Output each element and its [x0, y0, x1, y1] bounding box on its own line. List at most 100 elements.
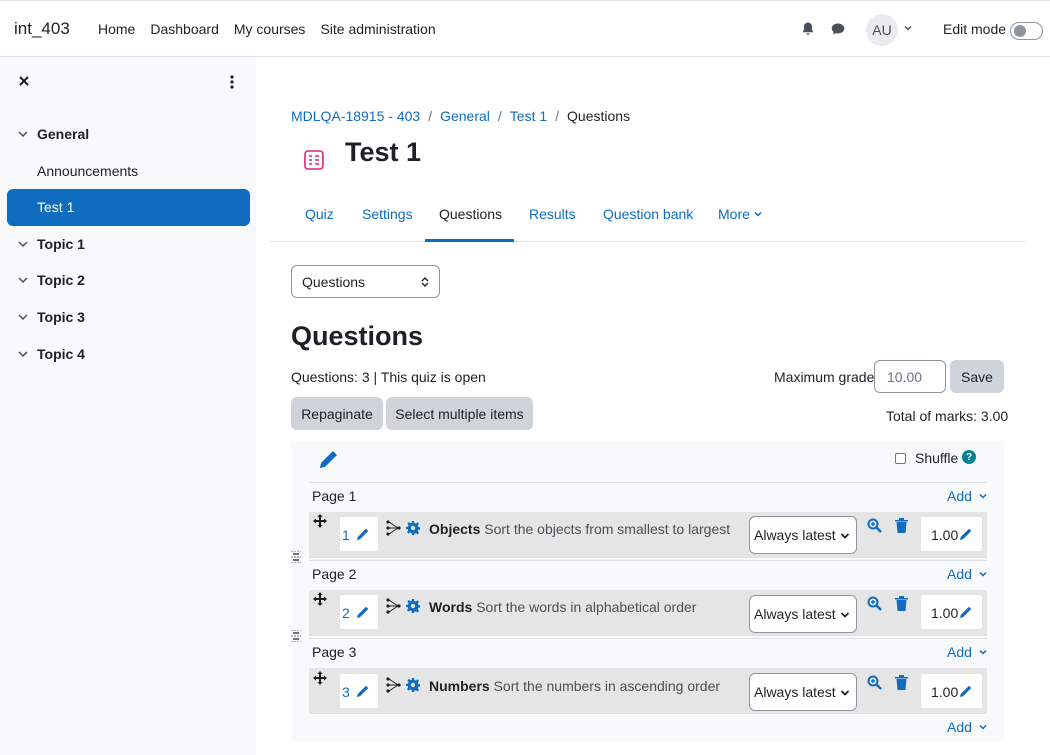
course-section-topic-3[interactable]: Topic 3 — [17, 309, 85, 325]
chevron-down-icon — [979, 493, 987, 499]
ordering-question-type-icon — [386, 520, 401, 536]
breadcrumb-section[interactable]: General — [440, 108, 490, 124]
chevron-down-icon[interactable] — [17, 311, 29, 323]
add-label: Add — [947, 644, 972, 660]
nav-my-courses[interactable]: My courses — [234, 21, 306, 37]
move-drag-icon[interactable] — [313, 592, 327, 606]
course-index-drawer — [0, 57, 256, 755]
breadcrumb-activity[interactable]: Test 1 — [510, 108, 547, 124]
question-mark[interactable]: 1.00 — [931, 605, 958, 621]
edit-mode-label: Edit mode — [943, 21, 1007, 37]
chevron-down-icon[interactable] — [17, 238, 29, 250]
nav-site-administration[interactable]: Site administration — [320, 21, 435, 37]
repaginate-button[interactable]: Repaginate — [291, 397, 383, 430]
question-name[interactable]: Words — [429, 599, 472, 615]
question-text: Numbers Sort the numbers in ascending or… — [429, 678, 720, 694]
preview-zoom-icon[interactable] — [867, 675, 882, 690]
edit-slot-pencil-icon[interactable] — [356, 605, 370, 619]
edit-mark-pencil-icon[interactable] — [959, 684, 973, 698]
page-divider — [309, 560, 987, 561]
save-max-grade-button[interactable]: Save — [950, 360, 1004, 393]
delete-trash-icon[interactable] — [895, 675, 908, 690]
chevron-down-icon — [979, 571, 987, 577]
tertiary-navigation-select[interactable]: Questions — [291, 265, 440, 298]
edit-slot-pencil-icon[interactable] — [356, 684, 370, 698]
gear-icon[interactable] — [406, 678, 420, 692]
delete-trash-icon[interactable] — [895, 596, 908, 611]
breadcrumb-separator: / — [428, 108, 433, 124]
select-multiple-items-button[interactable]: Select multiple items — [386, 397, 533, 430]
site-brand[interactable]: int_403 — [14, 19, 70, 39]
chevron-down-icon — [979, 724, 987, 730]
question-name[interactable]: Objects — [429, 521, 480, 537]
add-label: Add — [947, 488, 972, 504]
section-label: Topic 3 — [37, 309, 85, 325]
messages-chat-icon[interactable] — [830, 21, 846, 37]
question-version-select[interactable]: Always latest — [749, 595, 857, 633]
ordering-question-type-icon — [386, 598, 401, 614]
question-version-select[interactable]: Always latest — [749, 516, 857, 554]
question-mark[interactable]: 1.00 — [931, 527, 958, 543]
shuffle-checkbox[interactable] — [895, 453, 906, 464]
move-drag-icon[interactable] — [313, 671, 327, 685]
page-break-icon[interactable] — [291, 630, 301, 642]
slot-number[interactable]: 2 — [342, 605, 350, 621]
slot-number[interactable]: 3 — [342, 684, 350, 700]
question-description: Sort the objects from smallest to larges… — [484, 521, 731, 537]
breadcrumb-course[interactable]: MDLQA-18915 - 403 — [291, 108, 420, 124]
edit-mark-pencil-icon[interactable] — [959, 605, 973, 619]
nav-dashboard[interactable]: Dashboard — [150, 21, 219, 37]
quiz-activity-icon — [304, 150, 324, 170]
preview-zoom-icon[interactable] — [867, 596, 882, 611]
question-version-select[interactable]: Always latest — [749, 673, 857, 711]
drawer-item-announcements[interactable]: Announcements — [37, 163, 138, 179]
tab-questions[interactable]: Questions — [439, 206, 502, 222]
close-drawer-icon[interactable] — [17, 74, 31, 88]
add-question-menu-page-3[interactable]: Add — [947, 644, 988, 660]
drawer-item-test-1[interactable]: Test 1 — [37, 199, 74, 215]
edit-slot-pencil-icon[interactable] — [356, 527, 370, 541]
chevron-down-icon[interactable] — [17, 348, 29, 360]
section-label: Topic 1 — [37, 236, 85, 252]
move-drag-icon[interactable] — [313, 514, 327, 528]
maximum-grade-label: Maximum grade — [774, 369, 875, 385]
tab-more[interactable]: More — [718, 206, 763, 222]
add-question-menu-page-2[interactable]: Add — [947, 566, 988, 582]
edit-mark-pencil-icon[interactable] — [959, 527, 973, 541]
question-mark[interactable]: 1.00 — [931, 684, 958, 700]
shuffle-label: Shuffle — [915, 450, 959, 466]
tab-question-bank[interactable]: Question bank — [603, 206, 693, 222]
question-name[interactable]: Numbers — [429, 678, 490, 694]
drawer-options-kebab-icon[interactable] — [229, 74, 235, 90]
tab-more-label: More — [718, 206, 750, 222]
preview-zoom-icon[interactable] — [867, 518, 882, 533]
breadcrumb-separator: / — [555, 108, 560, 124]
course-section-topic-4[interactable]: Topic 4 — [17, 346, 85, 362]
nav-home[interactable]: Home — [98, 21, 135, 37]
user-avatar[interactable]: AU — [866, 14, 898, 46]
notifications-bell-icon[interactable] — [800, 21, 816, 37]
add-question-menu-end[interactable]: Add — [947, 719, 988, 735]
chevron-down-icon[interactable] — [17, 128, 29, 140]
course-section-topic-2[interactable]: Topic 2 — [17, 272, 85, 288]
add-question-menu-page-1[interactable]: Add — [947, 488, 988, 504]
tab-settings[interactable]: Settings — [362, 206, 413, 222]
edit-section-heading-pencil-icon[interactable] — [317, 447, 341, 471]
maximum-grade-input[interactable]: 10.00 — [874, 360, 946, 393]
tab-quiz[interactable]: Quiz — [305, 206, 334, 222]
gear-icon[interactable] — [406, 599, 420, 613]
delete-trash-icon[interactable] — [895, 518, 908, 533]
help-icon[interactable]: ? — [962, 450, 976, 464]
course-section-topic-1[interactable]: Topic 1 — [17, 236, 85, 252]
chevron-down-icon[interactable] — [17, 274, 29, 286]
question-description: Sort the words in alphabetical order — [476, 599, 697, 615]
page-divider — [309, 638, 987, 639]
course-section-general[interactable]: General — [17, 126, 89, 142]
gear-icon[interactable] — [406, 521, 420, 535]
tab-results[interactable]: Results — [529, 206, 576, 222]
edit-mode-toggle[interactable] — [1010, 22, 1043, 40]
quiz-status-summary: Questions: 3 | This quiz is open — [291, 369, 486, 385]
user-menu-chevron-down-icon[interactable] — [903, 23, 913, 33]
page-break-icon[interactable] — [291, 551, 301, 563]
slot-number[interactable]: 1 — [342, 527, 350, 543]
